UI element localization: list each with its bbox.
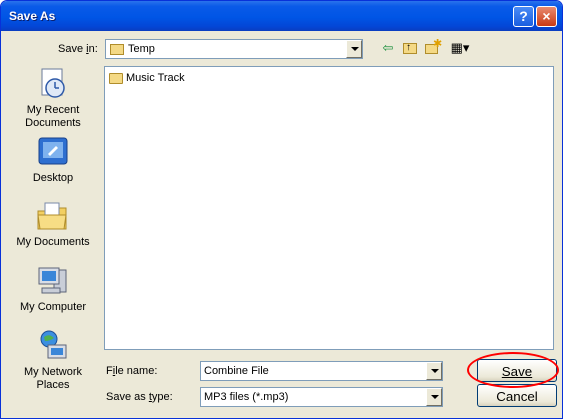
save-button-highlight [467, 352, 559, 388]
place-label: Desktop [32, 172, 74, 184]
place-label: My Network Places [23, 366, 83, 391]
file-name-label: File name: [106, 365, 158, 377]
my-computer-icon [36, 264, 70, 298]
save-as-dialog: Save As ? × Save in: Temp ⇦ ↑ ✱ ▦▾ My Re… [0, 0, 563, 419]
chevron-down-icon[interactable] [426, 388, 442, 406]
recent-documents-icon [36, 67, 70, 101]
file-name-field[interactable]: Combine File [200, 361, 443, 381]
file-name-value: Combine File [204, 365, 269, 377]
place-label: My Documents [16, 236, 90, 248]
my-documents-icon [36, 199, 70, 233]
network-places-icon [36, 329, 70, 363]
back-icon[interactable]: ⇦ [378, 39, 398, 57]
place-my-computer[interactable]: My Computer [9, 264, 97, 314]
place-recent-documents[interactable]: My Recent Documents [9, 67, 97, 130]
save-as-type-label: Save as type: [106, 391, 173, 403]
save-as-type-value: MP3 files (*.mp3) [204, 391, 289, 403]
close-button[interactable]: × [536, 6, 557, 27]
folder-icon [109, 73, 123, 84]
save-in-label: Save in: [58, 43, 98, 55]
dialog-title: Save As [9, 9, 56, 23]
save-as-type-dropdown[interactable]: MP3 files (*.mp3) [200, 387, 443, 407]
save-in-value: Temp [128, 43, 155, 55]
place-label: My Recent Documents [25, 104, 81, 129]
place-desktop[interactable]: Desktop [9, 135, 97, 185]
title-bar[interactable]: Save As ? × [1, 1, 562, 31]
place-label: My Computer [19, 301, 87, 313]
chevron-down-icon[interactable] [426, 362, 442, 380]
desktop-icon [36, 135, 70, 169]
view-menu-icon[interactable]: ▦▾ [447, 39, 473, 57]
help-button[interactable]: ? [513, 6, 534, 27]
save-in-dropdown[interactable]: Temp [105, 39, 363, 59]
place-my-network-places[interactable]: My Network Places [9, 329, 97, 392]
up-folder-icon[interactable]: ↑ [400, 39, 420, 57]
file-list[interactable]: Music Track [104, 66, 554, 350]
new-folder-icon[interactable]: ✱ [423, 38, 443, 57]
chevron-down-icon[interactable] [346, 40, 362, 58]
folder-icon [110, 44, 124, 55]
place-my-documents[interactable]: My Documents [9, 199, 97, 249]
file-name-text: Music Track [126, 72, 185, 84]
